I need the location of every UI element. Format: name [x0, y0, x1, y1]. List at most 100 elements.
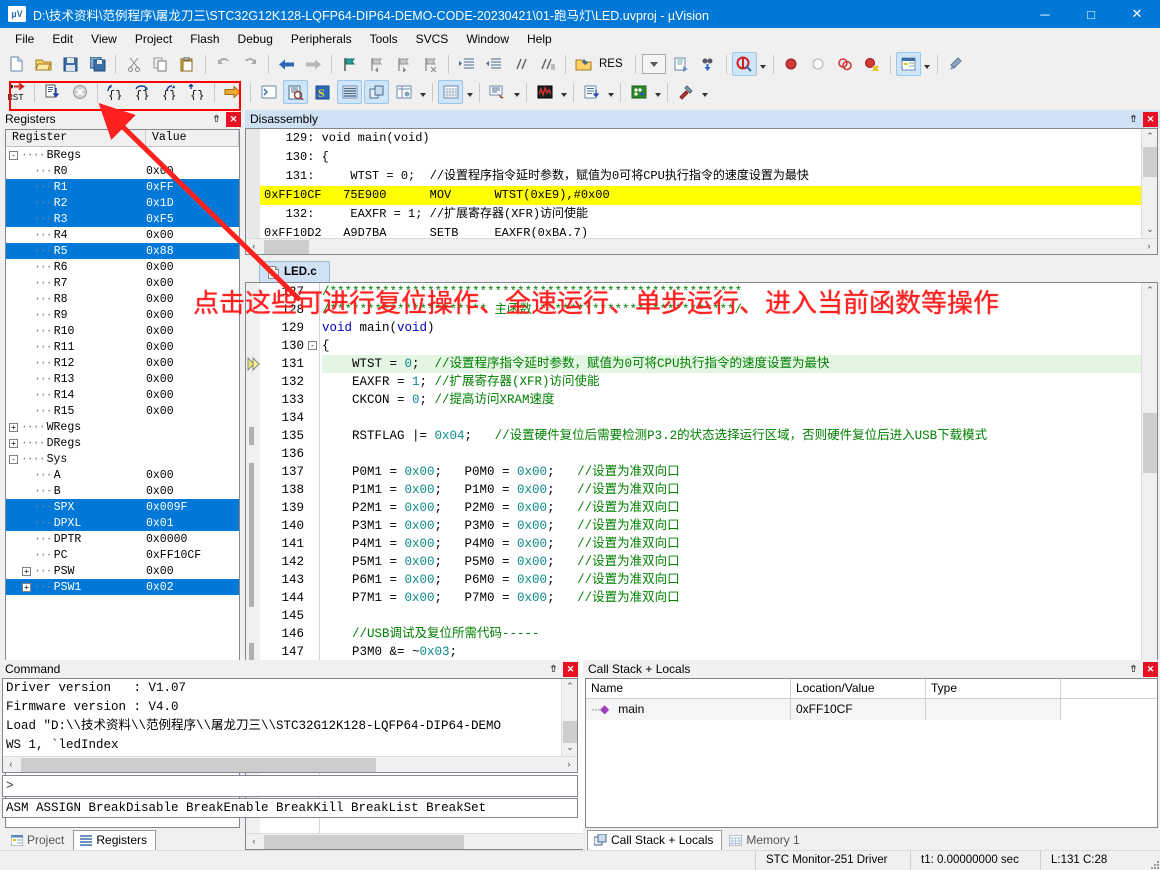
menu-item-edit[interactable]: Edit: [43, 29, 82, 49]
bookmark-prev-icon[interactable]: [364, 52, 389, 76]
register-row[interactable]: + ··· PSW 0x00: [6, 563, 239, 579]
call-stack-window-icon[interactable]: [364, 80, 389, 104]
redo-icon[interactable]: [238, 52, 263, 76]
menu-item-window[interactable]: Window: [457, 29, 518, 49]
manage-project-items-icon[interactable]: [669, 52, 694, 76]
symbol-window-icon[interactable]: S: [310, 80, 335, 104]
scroll-right-icon[interactable]: ›: [561, 757, 577, 772]
register-row[interactable]: ··· R8 0x00: [6, 291, 239, 307]
open-file-icon[interactable]: [31, 52, 56, 76]
maximize-button[interactable]: □: [1068, 0, 1114, 28]
editor-code-line[interactable]: P3M1 = 0x00; P3M0 = 0x00; //设置为准双向口: [322, 517, 1141, 535]
register-row[interactable]: ··· R0 0x00: [6, 163, 239, 179]
project-window-chevron-down-icon[interactable]: [922, 52, 933, 76]
command-input[interactable]: >: [2, 775, 578, 797]
trace-windows-icon[interactable]: [579, 80, 604, 104]
scroll-down-icon[interactable]: ⌄: [562, 740, 577, 756]
bookmark-next-icon[interactable]: [391, 52, 416, 76]
menu-item-peripherals[interactable]: Peripherals: [282, 29, 361, 49]
editor-code-line[interactable]: P3M0 &= ~0x03;: [322, 643, 1141, 661]
menu-item-svcs[interactable]: SVCS: [407, 29, 458, 49]
register-row[interactable]: ··· R1 0xFF: [6, 179, 239, 195]
editor-code-line[interactable]: WTST = 0; //设置程序指令延时参数，赋值为0可将CPU执行指令的速度设…: [322, 355, 1141, 373]
close-icon[interactable]: ✕: [1143, 661, 1158, 677]
editor-code-line[interactable]: [322, 607, 1141, 625]
scroll-thumb[interactable]: [1143, 413, 1157, 473]
editor-code-line[interactable]: P2M1 = 0x00; P2M0 = 0x00; //设置为准双向口: [322, 499, 1141, 517]
register-row[interactable]: + ··· PSW1 0x02: [6, 579, 239, 595]
analysis-windows-chevron-down-icon[interactable]: [558, 80, 569, 104]
command-window-icon[interactable]: [256, 80, 281, 104]
toolbox-icon[interactable]: [673, 80, 698, 104]
register-row[interactable]: ··· R5 0x88: [6, 243, 239, 259]
menu-item-flash[interactable]: Flash: [181, 29, 228, 49]
register-row[interactable]: ··· R15 0x00: [6, 403, 239, 419]
disable-breakpoint-icon[interactable]: [806, 52, 831, 76]
register-row[interactable]: ··· PC 0xFF10CF: [6, 547, 239, 563]
tab-memory-1[interactable]: Memory 1: [722, 830, 809, 850]
save-icon[interactable]: [58, 52, 83, 76]
paste-icon[interactable]: [175, 52, 200, 76]
register-row[interactable]: + ···· DRegs: [6, 435, 239, 451]
register-row[interactable]: ··· R9 0x00: [6, 307, 239, 323]
register-row[interactable]: ··· R4 0x00: [6, 227, 239, 243]
scroll-left-icon[interactable]: ‹: [3, 757, 19, 772]
start-stop-debug-icon[interactable]: [731, 52, 757, 76]
editor-code-line[interactable]: {: [322, 337, 1141, 355]
target-options-icon[interactable]: [571, 52, 596, 76]
run-to-cursor-icon[interactable]: {}: [184, 80, 209, 104]
register-row[interactable]: ··· R11 0x00: [6, 339, 239, 355]
navigate-back-icon[interactable]: [274, 52, 299, 76]
pin-icon[interactable]: ⇮: [1126, 112, 1141, 127]
collapse-icon[interactable]: -: [9, 454, 18, 464]
register-row[interactable]: ··· DPTR 0x0000: [6, 531, 239, 547]
watch-windows-chevron-down-icon[interactable]: [417, 80, 428, 104]
close-icon[interactable]: ✕: [226, 111, 241, 127]
disassembly-source-line[interactable]: 130: {: [260, 148, 1141, 167]
command-vertical-scrollbar[interactable]: ⌃ ⌄: [561, 679, 577, 756]
expand-icon[interactable]: +: [9, 422, 18, 432]
step-into-icon[interactable]: {}: [103, 80, 128, 104]
disassembly-window-icon[interactable]: [283, 80, 308, 104]
disassembly-horizontal-scrollbar[interactable]: ‹ ›: [246, 238, 1157, 254]
disassembly-source-line[interactable]: 132: EAXFR = 1; //扩展寄存器(XFR)访问使能: [260, 205, 1141, 224]
reset-cpu-icon[interactable]: RST: [4, 80, 29, 104]
register-row[interactable]: ··· SPX 0x009F: [6, 499, 239, 515]
pin-icon[interactable]: ⇮: [546, 662, 561, 677]
command-horizontal-scrollbar[interactable]: ‹ ›: [3, 756, 577, 772]
menu-item-file[interactable]: File: [6, 29, 43, 49]
manage-run-time-env-icon[interactable]: [696, 52, 721, 76]
show-next-statement-icon[interactable]: [220, 80, 245, 104]
debug-options-chevron-down-icon[interactable]: [758, 52, 769, 76]
step-over-icon[interactable]: {}: [130, 80, 155, 104]
resize-grip-icon[interactable]: [1144, 851, 1160, 870]
disassembly-vertical-scrollbar[interactable]: ⌃ ⌄: [1141, 129, 1157, 238]
editor-code-line[interactable]: /***************************************…: [322, 283, 1141, 301]
register-row[interactable]: - ···· BRegs: [6, 147, 239, 163]
register-row[interactable]: ··· R6 0x00: [6, 259, 239, 275]
menu-item-help[interactable]: Help: [518, 29, 561, 49]
navigate-forward-icon[interactable]: [301, 52, 326, 76]
register-row[interactable]: ··· R3 0xF5: [6, 211, 239, 227]
editor-code-line[interactable]: void main(void): [322, 319, 1141, 337]
scroll-up-icon[interactable]: ⌃: [562, 679, 577, 695]
stop-icon[interactable]: [67, 80, 92, 104]
run-icon[interactable]: [40, 80, 65, 104]
disassembly-source-line[interactable]: 131: WTST = 0; //设置程序指令延时参数，赋值为0可将CPU执行指…: [260, 167, 1141, 186]
undo-icon[interactable]: [211, 52, 236, 76]
outdent-icon[interactable]: [481, 52, 506, 76]
close-icon[interactable]: ✕: [1143, 111, 1158, 127]
close-icon[interactable]: ✕: [563, 661, 578, 677]
editor-code-line[interactable]: P7M1 = 0x00; P7M0 = 0x00; //设置为准双向口: [322, 589, 1141, 607]
scroll-thumb[interactable]: [21, 758, 376, 772]
scroll-thumb[interactable]: [264, 240, 309, 254]
tab-call-stack-locals[interactable]: Call Stack + Locals: [587, 830, 723, 850]
expand-icon[interactable]: +: [9, 438, 18, 448]
register-row[interactable]: ··· R13 0x00: [6, 371, 239, 387]
scroll-left-icon[interactable]: ‹: [246, 239, 262, 254]
tab-led-c[interactable]: LED.c: [259, 261, 330, 282]
pin-icon[interactable]: ⇮: [1126, 662, 1141, 677]
register-row[interactable]: ··· R2 0x1D: [6, 195, 239, 211]
call-stack-table[interactable]: Name Location/Value Type ···◆ main 0xFF10C…: [585, 678, 1158, 828]
menu-item-project[interactable]: Project: [126, 29, 181, 49]
